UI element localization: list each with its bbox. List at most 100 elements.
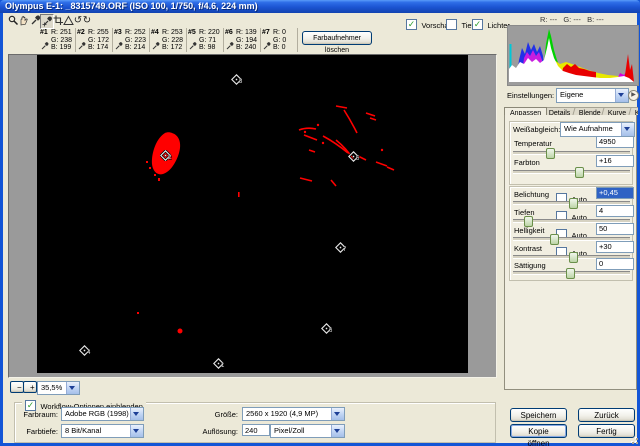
zoom-in-button[interactable]: + — [23, 381, 37, 393]
chevron-down-icon — [331, 408, 344, 420]
zoom-out-button[interactable]: − — [10, 381, 24, 393]
zoom-level-value: 35,5% — [41, 383, 62, 392]
einstellungen-label: Einstellungen: — [507, 91, 554, 100]
slider-thumb[interactable] — [569, 252, 578, 263]
sampler-id: #3 — [114, 29, 122, 36]
fertig-button[interactable]: Fertig — [578, 424, 635, 438]
sampler-readout-2: #2 R: 255G: 172B: 174 — [75, 28, 113, 52]
sampler-marker-4[interactable]: 4 — [79, 343, 90, 354]
weissabgleich-label: Weißabgleich: — [513, 125, 560, 134]
sampler-r: 255 — [97, 29, 109, 36]
panel-tabs: AnpassenDetailsBlendeKurveKalibrieren — [504, 102, 638, 115]
slider-thumb[interactable] — [546, 148, 555, 159]
sampler-r: 253 — [171, 29, 183, 36]
sampler-g: 172 — [97, 37, 109, 44]
clear-samplers-button[interactable]: Farbaufnehmer löschen — [302, 31, 372, 45]
aufloesung-input[interactable]: 240 — [242, 424, 270, 436]
resize-grip[interactable] — [629, 435, 638, 444]
temperatur-value[interactable]: 4950 — [596, 136, 634, 148]
sampler-marker-5[interactable]: 5 — [348, 149, 359, 160]
saettigung-label: Sättigung — [514, 261, 546, 270]
belichtung-label: Belichtung — [514, 190, 549, 199]
kontrast-value[interactable]: +30 — [596, 241, 634, 253]
checkbox-icon: ✓ — [472, 19, 483, 30]
groesse-value: 2560 x 1920 (4,9 MP) — [246, 409, 318, 418]
image-canvas[interactable]: 1 2 3 4 5 6 7 — [37, 55, 468, 373]
clipping-overlay — [37, 55, 468, 373]
chevron-down-icon — [331, 425, 344, 437]
chevron-down-icon — [66, 382, 79, 394]
sampler-r: 0 — [282, 29, 286, 36]
window-title: Olympus E-1: _8315749.ORF (ISO 100, 1/75… — [5, 1, 258, 11]
eyedropper-icon — [226, 42, 234, 50]
saettigung-value[interactable]: 0 — [596, 258, 634, 270]
tab-anpassen[interactable]: Anpassen — [504, 107, 547, 115]
farbtiefe-value: 8 Bit/Kanal — [65, 426, 101, 435]
marker-number: 1 — [221, 363, 224, 369]
sampler-r: 220 — [208, 29, 220, 36]
sampler-marker-2[interactable]: 2 — [160, 148, 171, 159]
sampler-b: 214 — [134, 44, 146, 51]
farbton-value[interactable]: +16 — [596, 155, 634, 167]
sampler-b: 0 — [282, 44, 286, 51]
marker-number: 2 — [168, 155, 171, 161]
speichern-button[interactable]: Speichern — [510, 408, 567, 422]
sampler-g: 71 — [208, 37, 216, 44]
sampler-id: #2 — [77, 29, 85, 36]
slider-thumb[interactable] — [575, 167, 584, 178]
eyedropper-icon — [152, 42, 160, 50]
sampler-readout-4: #4 R: 253G: 228B: 172 — [149, 28, 187, 52]
slider-thumb[interactable] — [566, 268, 575, 279]
lichter-checkbox[interactable]: ✓ Lichter — [472, 15, 510, 33]
zoom-level-select[interactable]: 35,5% — [37, 381, 80, 395]
kopie-oeffnen-button[interactable]: Kopie öffnen — [510, 424, 567, 438]
checkbox-icon: ✓ — [406, 19, 417, 30]
sampler-marker-3[interactable]: 3 — [231, 72, 242, 83]
chevron-down-icon — [130, 425, 143, 437]
rgb-b: B: --- — [587, 15, 604, 24]
helligkeit-value[interactable]: 50 — [596, 223, 634, 235]
eyedropper-icon — [189, 42, 197, 50]
belichtung-value[interactable]: +0,45 — [596, 187, 634, 199]
rgb-readout: R: --- G: --- B: --- — [540, 15, 604, 24]
sampler-readout-7: #7 R: 0G: 0B: 0 — [260, 28, 298, 52]
marker-number: 7 — [343, 247, 346, 253]
einstellungen-select[interactable]: Eigene — [556, 88, 629, 103]
sampler-id: #4 — [151, 29, 159, 36]
sampler-b: 174 — [97, 44, 109, 51]
farbtiefe-label: Farbtiefe: — [18, 427, 58, 436]
sampler-marker-1[interactable]: 1 — [213, 356, 224, 367]
tiefen-value[interactable]: 4 — [596, 205, 634, 217]
title-bar: Olympus E-1: _8315749.ORF (ISO 100, 1/75… — [0, 0, 640, 13]
farbraum-value: Adobe RGB (1998) — [65, 409, 129, 418]
farbton-slider[interactable] — [513, 170, 630, 174]
einstellungen-value: Eigene — [560, 90, 583, 99]
preview-panel: 1 2 3 4 5 6 7 — [8, 54, 497, 378]
sampler-id: #1 — [40, 29, 48, 36]
marker-number: 6 — [329, 328, 332, 334]
groesse-select[interactable]: 2560 x 1920 (4,9 MP) — [242, 407, 345, 421]
aufloesung-unit-select[interactable]: Pixel/Zoll — [270, 424, 345, 438]
eyedropper-icon — [78, 42, 86, 50]
rotate-right-button[interactable]: ↻ — [81, 14, 93, 27]
chevron-down-icon — [130, 408, 143, 420]
rgb-g: G: --- — [563, 15, 581, 24]
weissabgleich-select[interactable]: Wie Aufnahme — [560, 122, 635, 137]
sampler-g: 223 — [134, 37, 146, 44]
camera-raw-window: Olympus E-1: _8315749.ORF (ISO 100, 1/75… — [0, 0, 640, 446]
sampler-marker-6[interactable]: 6 — [321, 321, 332, 332]
saettigung-slider[interactable] — [513, 271, 630, 275]
farbtiefe-select[interactable]: 8 Bit/Kanal — [61, 424, 144, 438]
hand-icon — [18, 15, 29, 26]
zurueck-button[interactable]: Zurück — [578, 408, 635, 422]
settings-menu-button[interactable]: ▶ — [628, 90, 639, 101]
sampler-id: #5 — [188, 29, 196, 36]
flyout-arrow-icon: ▶ — [629, 91, 638, 100]
hand-tool-button[interactable] — [17, 14, 29, 27]
sampler-g: 194 — [245, 37, 257, 44]
sampler-g: 0 — [282, 37, 286, 44]
eyedropper-icon — [41, 42, 49, 50]
farbraum-select[interactable]: Adobe RGB (1998) — [61, 407, 144, 421]
color-sampler-icon — [42, 16, 53, 27]
sampler-marker-7[interactable]: 7 — [335, 240, 346, 251]
